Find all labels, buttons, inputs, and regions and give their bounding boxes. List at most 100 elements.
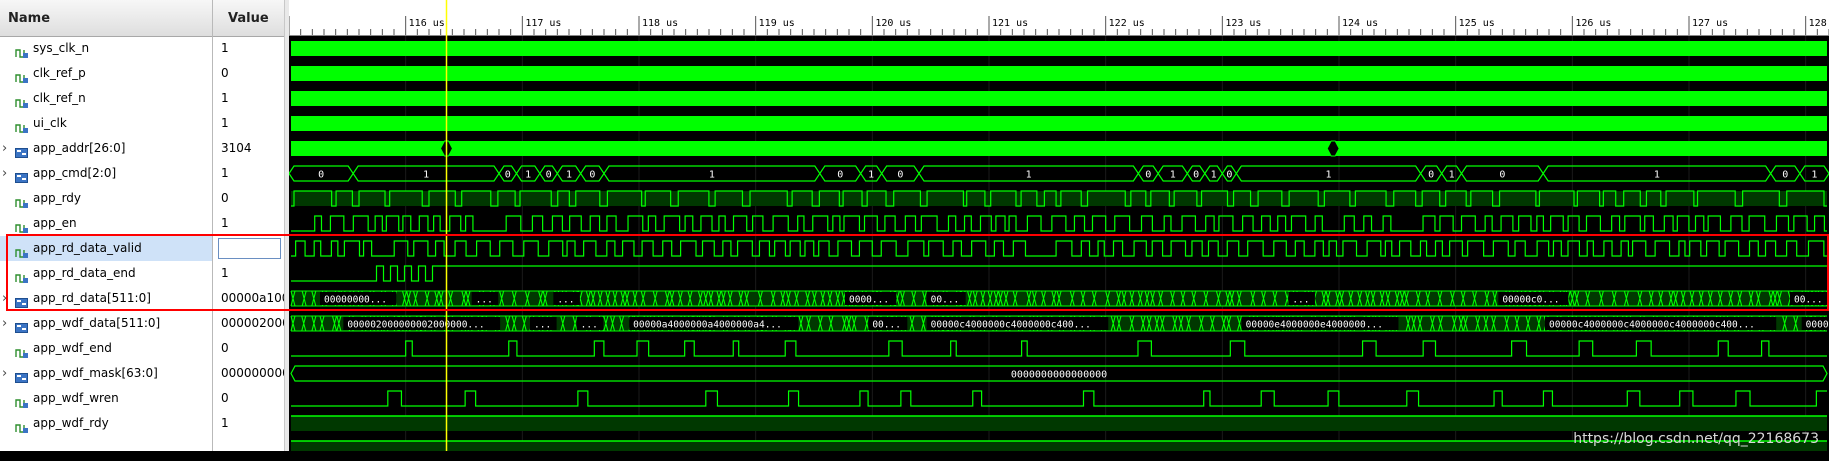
chevron-right-icon[interactable]: › bbox=[2, 361, 12, 386]
clock-waveform bbox=[291, 91, 1827, 106]
signal-row[interactable]: › app_rd_data[511:0] bbox=[0, 286, 212, 311]
signal-value-cell[interactable]: 1 bbox=[213, 161, 284, 186]
signal-name: sys_clk_n bbox=[33, 41, 90, 55]
signal-value-cell[interactable]: 0 bbox=[213, 386, 284, 411]
signal-value: 0 bbox=[221, 391, 229, 405]
signal-value-cell[interactable]: 0 bbox=[213, 61, 284, 86]
name-column-header[interactable]: Name bbox=[0, 0, 212, 37]
signal-waveform bbox=[291, 265, 1827, 282]
signal-row[interactable]: app_rd_data_end bbox=[0, 261, 212, 286]
signal-value: 0 bbox=[221, 191, 229, 205]
ruler-tick-label: 121 us bbox=[992, 18, 1028, 29]
bus-segment-label: 1 bbox=[868, 170, 874, 181]
watermark: https://blog.csdn.net/qq_22168673 bbox=[1573, 431, 1819, 447]
bus-value-label: 00000c4000000c4000000c4000000c400... bbox=[1549, 320, 1755, 331]
value-column-header[interactable]: Value bbox=[213, 0, 284, 37]
bus-value-label: 00000c4000000c4000000c400... bbox=[931, 320, 1091, 331]
signal-row[interactable]: sys_clk_n bbox=[0, 36, 212, 61]
signal-row[interactable]: › app_wdf_mask[63:0] bbox=[0, 361, 212, 386]
signal-row[interactable]: app_en bbox=[0, 211, 212, 236]
ruler-tick-label: 125 us bbox=[1459, 18, 1495, 29]
signal-value: 0 bbox=[221, 66, 229, 80]
bus-segment-label: 1 bbox=[1026, 170, 1032, 181]
bus-value-label: 00000a4000000a4000000a4... bbox=[633, 320, 782, 331]
bit-signal-icon bbox=[15, 68, 28, 83]
signal-name: app_rd_data_valid bbox=[33, 241, 142, 255]
bus-signal-icon bbox=[15, 168, 28, 183]
bus-value-label: 00... bbox=[1794, 295, 1823, 306]
signal-name: app_rd_data[511:0] bbox=[33, 291, 151, 305]
ruler-tick-label: 118 us bbox=[642, 18, 678, 29]
waveform-pane[interactable]: 116 us 117 us 118 us 119 us 120 us 121 us 122 … bbox=[288, 0, 1829, 456]
bus-value-label: 0000000000000000 bbox=[1011, 370, 1107, 381]
bus-segment-label: 1 bbox=[423, 170, 429, 181]
ruler-tick-label: 116 us bbox=[409, 18, 445, 29]
bus-segment-label: 0 bbox=[589, 170, 595, 181]
signal-name: clk_ref_n bbox=[33, 91, 86, 105]
signal-value-cell[interactable]: 000002000 bbox=[213, 311, 284, 336]
signal-row[interactable]: app_wdf_rdy bbox=[0, 411, 212, 436]
signal-fill bbox=[291, 191, 1827, 206]
bus-signal-icon bbox=[15, 368, 28, 383]
bus-value-label: 00000000... bbox=[324, 295, 387, 306]
signal-value-cell[interactable]: 1 bbox=[213, 211, 284, 236]
ruler-tick-label: 126 us bbox=[1575, 18, 1611, 29]
ruler-tick-label: 128 us bbox=[1809, 18, 1829, 29]
signal-name: app_rdy bbox=[33, 191, 82, 205]
signal-row[interactable]: › app_wdf_data[511:0] bbox=[0, 311, 212, 336]
signal-value: 1 bbox=[221, 266, 229, 280]
signal-value-cell[interactable] bbox=[213, 436, 284, 461]
signal-value-cell[interactable]: 1 bbox=[213, 111, 284, 136]
signal-value-cell[interactable]: 3104 bbox=[213, 136, 284, 161]
signal-row[interactable]: app_wdf_wren bbox=[0, 386, 212, 411]
signal-name: app_wdf_mask[63:0] bbox=[33, 366, 158, 380]
signal-value-cell[interactable]: 1 bbox=[213, 411, 284, 436]
chevron-right-icon[interactable]: › bbox=[2, 161, 12, 186]
signal-value: 1 bbox=[221, 166, 229, 180]
signal-value-cell[interactable]: 0 bbox=[213, 186, 284, 211]
bus-value-label: 00000c0... bbox=[1502, 295, 1559, 306]
signal-value: 000002000 bbox=[221, 316, 284, 330]
signal-name: ui_clk bbox=[33, 116, 67, 130]
bus-segment-label: 1 bbox=[525, 170, 531, 181]
chevron-right-icon[interactable]: › bbox=[2, 311, 12, 336]
signal-row[interactable]: app_rd_data_valid bbox=[0, 236, 212, 261]
signal-row[interactable]: app_rdy bbox=[0, 186, 212, 211]
bus-segment-label: 0 bbox=[1428, 170, 1434, 181]
bus-signal-icon bbox=[15, 318, 28, 333]
signal-row[interactable]: › app_addr[26:0] bbox=[0, 136, 212, 161]
signal-value-cell[interactable]: 1 bbox=[213, 36, 284, 61]
bit-signal-icon bbox=[15, 43, 28, 58]
signal-value: 3104 bbox=[221, 141, 252, 155]
bus-segment-label: 0 bbox=[1782, 170, 1788, 181]
signal-value-cell[interactable]: 1 bbox=[213, 86, 284, 111]
signal-value: 1 bbox=[221, 91, 229, 105]
bus-segment-label: 1 bbox=[1325, 170, 1331, 181]
signal-value: 1 bbox=[221, 216, 229, 230]
bus-segment-label: 1 bbox=[1170, 170, 1176, 181]
signal-value-cell[interactable]: 1 bbox=[213, 261, 284, 286]
bus-segment-label: 0 bbox=[1499, 170, 1505, 181]
signal-value: 0 bbox=[221, 341, 229, 355]
bus-segment-label: 0 bbox=[1193, 170, 1199, 181]
bit-signal-icon bbox=[15, 343, 28, 358]
signal-row[interactable]: clk_ref_n bbox=[0, 86, 212, 111]
bus-waveform bbox=[291, 141, 1827, 156]
bus-value-label: 00000c4000... bbox=[1806, 320, 1829, 331]
signal-row[interactable]: › app_cmd[2:0] bbox=[0, 161, 212, 186]
signal-row[interactable]: ui_clk bbox=[0, 111, 212, 136]
bus-segment-label: 1 bbox=[1449, 170, 1455, 181]
signal-value-cell[interactable]: 000000000 bbox=[213, 361, 284, 386]
waveform-canvas[interactable]: 116 us 117 us 118 us 119 us 120 us 121 us 122 … bbox=[288, 0, 1829, 456]
signal-row[interactable] bbox=[0, 436, 212, 461]
chevron-right-icon[interactable]: › bbox=[2, 136, 12, 161]
signal-name: app_wdf_wren bbox=[33, 391, 119, 405]
ruler-tick-label: 123 us bbox=[1225, 18, 1261, 29]
ruler-tick-label: 117 us bbox=[525, 18, 561, 29]
signal-value-cell[interactable]: 0 bbox=[213, 336, 284, 361]
signal-value-cell[interactable]: 00000a100 bbox=[213, 286, 284, 311]
chevron-right-icon[interactable]: › bbox=[2, 286, 12, 311]
signal-name: app_en bbox=[33, 216, 77, 230]
signal-row[interactable]: app_wdf_end bbox=[0, 336, 212, 361]
signal-row[interactable]: clk_ref_p bbox=[0, 61, 212, 86]
